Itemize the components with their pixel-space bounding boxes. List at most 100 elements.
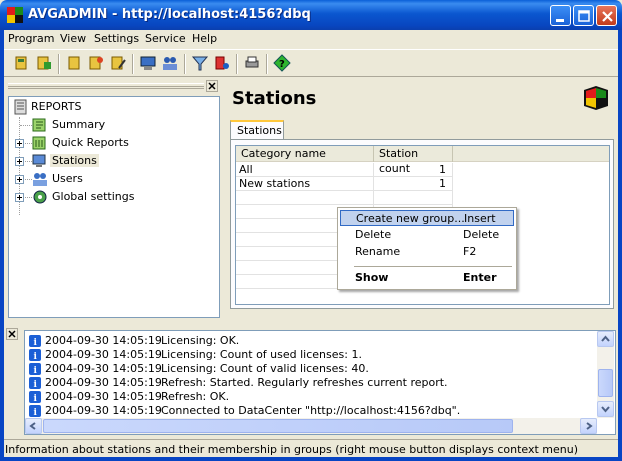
expand-toggle[interactable] (15, 175, 24, 184)
toolbar-separator (236, 54, 238, 74)
stations-edit-icon[interactable] (35, 54, 53, 72)
help-icon[interactable]: ? (273, 54, 291, 72)
navigation-pane: REPORTS Summary Quick Reports Stations U… (4, 78, 222, 318)
print-icon[interactable] (243, 54, 261, 72)
tree-item-global-settings[interactable]: Global settings (29, 189, 209, 205)
close-button[interactable] (596, 5, 617, 26)
report-tree[interactable]: REPORTS Summary Quick Reports Stations U… (8, 96, 220, 318)
info-icon: i (29, 363, 41, 375)
grid-header: Category name Station count (236, 146, 609, 175)
scroll-thumb[interactable] (43, 419, 513, 433)
chevron-up-icon (601, 335, 610, 342)
pane-grip[interactable] (8, 83, 204, 89)
chevron-left-icon (29, 422, 36, 430)
tree-item-stations[interactable]: Stations (29, 153, 209, 169)
info-icon: i (29, 335, 41, 347)
tree-label: REPORTS (31, 100, 82, 113)
scroll-thumb[interactable] (598, 369, 613, 397)
toolbar-separator (132, 54, 134, 74)
avg-logo-icon (7, 7, 23, 23)
scroll-down-button[interactable] (597, 401, 614, 417)
status-bar: Information about stations and their mem… (4, 439, 618, 457)
close-icon (602, 11, 613, 22)
menu-item-shortcut: F2 (463, 245, 477, 258)
group-icon[interactable] (65, 54, 83, 72)
log-pane: i 2004-09-30 14:05:19 Licensing: OK. i 2… (4, 326, 618, 438)
log-time: 2004-09-30 14:05:19 (45, 390, 162, 403)
maximize-icon (578, 10, 590, 22)
stations-icon[interactable] (13, 54, 31, 72)
menu-item-create-new-group[interactable]: Create new group... Insert (340, 210, 514, 226)
svg-text:?: ? (279, 59, 285, 70)
info-icon: i (29, 405, 41, 417)
menu-item-show[interactable]: Show Enter (340, 270, 514, 286)
table-row[interactable]: All 1 (236, 163, 609, 177)
log-list[interactable]: i 2004-09-30 14:05:19 Licensing: OK. i 2… (24, 330, 616, 435)
menu-view[interactable]: View (60, 32, 86, 45)
tree-item-summary[interactable]: Summary (29, 117, 209, 133)
svg-text:i: i (34, 408, 38, 417)
menu-separator (354, 266, 512, 267)
status-text: Information about stations and their mem… (5, 443, 578, 456)
svg-text:i: i (34, 352, 38, 361)
scroll-right-button[interactable] (580, 418, 597, 434)
menu-help[interactable]: Help (192, 32, 217, 45)
group-edit-icon[interactable] (109, 54, 127, 72)
menu-program[interactable]: Program (8, 32, 54, 45)
group-add-icon[interactable] (87, 54, 105, 72)
pane-close-button[interactable] (206, 80, 218, 92)
chevron-down-icon (601, 406, 610, 413)
title-bar[interactable]: AVGADMIN - http://localhost:4156?dbq (0, 0, 622, 30)
expand-toggle[interactable] (15, 193, 24, 202)
svg-text:i: i (34, 380, 38, 389)
cell-count: 1 (374, 177, 453, 191)
info-icon: i (29, 349, 41, 361)
info-icon: i (29, 391, 41, 403)
cell-category: New stations (236, 177, 374, 191)
table-row[interactable]: New stations 1 (236, 177, 609, 191)
stations-tree-icon (32, 154, 46, 167)
log-time: 2004-09-30 14:05:19 (45, 362, 162, 375)
expand-toggle[interactable] (15, 157, 24, 166)
menu-service[interactable]: Service (145, 32, 186, 45)
menu-settings[interactable]: Settings (94, 32, 139, 45)
log-message: Connected to DataCenter "http://localhos… (161, 404, 461, 417)
tree-label: Quick Reports (52, 136, 129, 149)
expand-toggle[interactable] (15, 139, 24, 148)
log-message: Licensing: OK. (161, 334, 240, 347)
users-icon[interactable] (161, 54, 179, 72)
tree-root-reports[interactable]: REPORTS (11, 99, 211, 115)
column-header-category[interactable]: Category name (236, 146, 374, 162)
menu-item-shortcut: Enter (463, 271, 497, 284)
log-close-button[interactable] (6, 328, 18, 340)
menu-item-delete[interactable]: Delete Delete (340, 227, 514, 243)
quick-reports-icon (32, 136, 46, 150)
toolbar: ? (4, 49, 618, 77)
tab-stations[interactable]: Stations (230, 120, 284, 140)
svg-text:i: i (34, 338, 38, 347)
minimize-button[interactable] (550, 5, 571, 26)
vertical-scrollbar[interactable] (597, 331, 614, 418)
table-row-empty (236, 191, 609, 205)
cell-count: 1 (374, 163, 453, 177)
menu-item-shortcut: Delete (463, 228, 500, 241)
scroll-up-button[interactable] (597, 331, 614, 347)
tree-label: Summary (52, 118, 106, 131)
column-header-count[interactable]: Station count (374, 146, 453, 175)
tab-label: Stations (237, 124, 282, 137)
reports-icon (14, 99, 27, 115)
menu-item-label: Delete (355, 228, 392, 241)
alert-icon[interactable] (213, 54, 231, 72)
tree-item-quick-reports[interactable]: Quick Reports (29, 135, 209, 151)
filter-icon[interactable] (191, 54, 209, 72)
network-icon[interactable] (139, 54, 157, 72)
cell-category: All (236, 163, 374, 177)
window-frame-bottom (0, 457, 622, 461)
scroll-left-button[interactable] (25, 418, 42, 434)
maximize-button[interactable] (573, 5, 594, 26)
menu-item-rename[interactable]: Rename F2 (340, 244, 514, 260)
horizontal-scrollbar[interactable] (25, 418, 597, 434)
tree-item-users[interactable]: Users (29, 171, 209, 187)
log-message: Refresh: Started. Regularly refreshes cu… (161, 376, 448, 389)
toolbar-separator (184, 54, 186, 74)
